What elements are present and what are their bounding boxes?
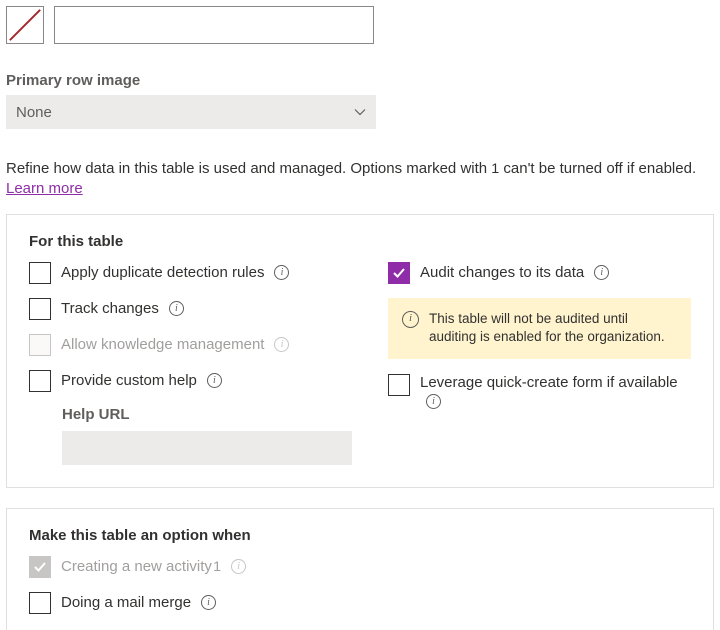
display-name-input[interactable] [54,6,374,44]
info-icon: i [231,559,246,574]
info-icon[interactable]: i [201,595,216,610]
primary-row-image-select[interactable]: None [6,95,376,129]
option-leverage-quick-create[interactable]: Leverage quick-create form if available … [388,373,691,410]
chevron-down-icon [354,106,366,118]
section-title: For this table [29,233,691,250]
help-url-block: Help URL [62,406,352,465]
checkbox-unchecked[interactable] [29,370,51,392]
no-color-icon [7,7,43,43]
info-icon[interactable]: i [207,373,222,388]
option-audit-changes[interactable]: Audit changes to its data i [388,262,691,284]
table-settings-panel: Primary row image None Refine how data i… [0,0,720,630]
primary-row-image-value: None [16,104,52,121]
checkbox-disabled [29,334,51,356]
option-doing-mail-merge[interactable]: Doing a mail merge i [29,592,691,614]
info-icon[interactable]: i [594,265,609,280]
primary-row-image-label: Primary row image [6,72,714,89]
audit-warning-text: This table will not be audited until aud… [429,310,677,348]
color-picker-none[interactable] [6,6,44,44]
option-allow-knowledge-management: Allow knowledge management i [29,334,352,356]
section-title: Make this table an option when [29,527,691,544]
section-for-this-table: For this table Apply duplicate detection… [6,214,714,488]
checkbox-disabled-checked [29,556,51,578]
checkbox-unchecked[interactable] [29,298,51,320]
option-apply-duplicate-detection[interactable]: Apply duplicate detection rules i [29,262,352,284]
info-icon: i [402,311,419,328]
option-provide-custom-help[interactable]: Provide custom help i [29,370,352,392]
checkbox-unchecked[interactable] [388,374,410,396]
info-icon[interactable]: i [274,265,289,280]
checkbox-unchecked[interactable] [29,592,51,614]
help-url-input [62,431,352,465]
audit-warning-message: i This table will not be audited until a… [388,298,691,360]
info-icon: i [274,337,289,352]
help-url-label: Help URL [62,406,352,423]
info-icon[interactable]: i [169,301,184,316]
checkbox-checked[interactable] [388,262,410,284]
refine-description: Refine how data in this table is used an… [6,159,714,200]
option-track-changes[interactable]: Track changes i [29,298,352,320]
color-and-name-row [6,6,714,44]
learn-more-link[interactable]: Learn more [6,180,83,197]
option-creating-new-activity: Creating a new activity 1 i [29,556,691,578]
info-icon[interactable]: i [426,394,441,409]
section-make-option-when: Make this table an option when Creating … [6,508,714,630]
checkbox-unchecked[interactable] [29,262,51,284]
